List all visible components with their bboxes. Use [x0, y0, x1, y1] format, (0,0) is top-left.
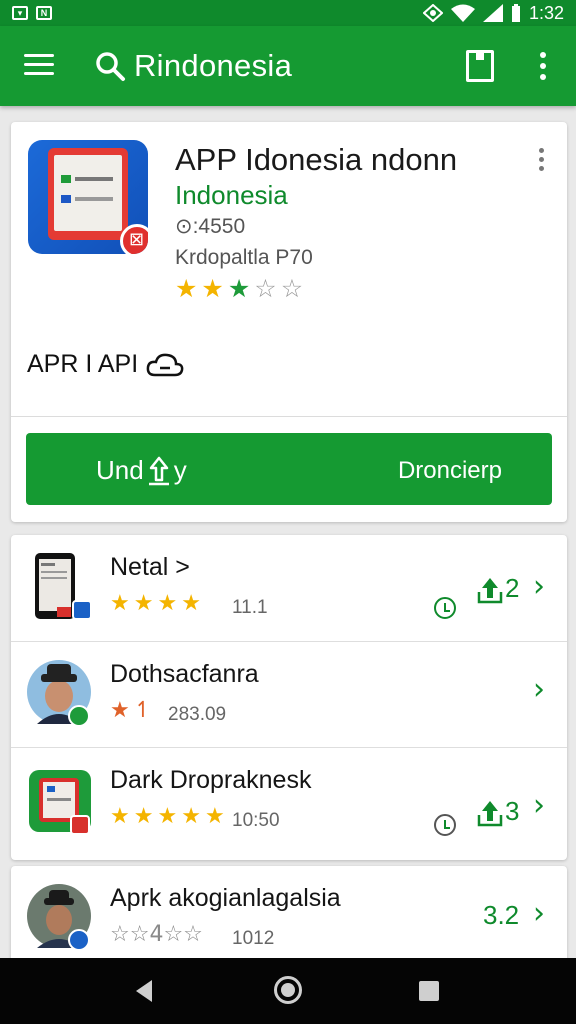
chevron-right-icon[interactable]: ›	[533, 788, 545, 823]
app-meta-version: Krdopaltla P70	[175, 246, 313, 269]
list-item-title: Aprk akogianlagalsia	[110, 884, 341, 912]
status-left: ▾ N	[12, 6, 52, 20]
update-label: Und	[96, 455, 144, 485]
search-icon[interactable]	[94, 50, 126, 82]
list-item[interactable]: Dothsacfanra ★ ↿ 283.09 ›	[11, 641, 567, 747]
upload-icon	[148, 456, 169, 485]
app-title: APP Idonesia ndonn	[175, 142, 458, 177]
star-icon: ★	[133, 804, 154, 829]
app-icon: N	[36, 6, 52, 20]
list-item-title: Dothsacfanra	[110, 660, 259, 688]
star-icon: ★	[175, 274, 198, 303]
list-item-title: Netal >	[110, 553, 190, 581]
app-icon-large	[28, 140, 148, 254]
avatar	[27, 884, 91, 951]
star-half-icon: ↿	[133, 698, 153, 723]
download-count-value: 2	[505, 573, 520, 603]
clock-icon	[434, 597, 456, 619]
clock-icon	[434, 814, 456, 836]
download-count: 3.2	[483, 900, 519, 931]
star-icon: ★	[157, 804, 178, 829]
list-item-meta: 283.09	[168, 704, 227, 725]
rating-stars: ★ ★ ★ ☆ ☆	[175, 274, 303, 303]
overflow-icon[interactable]	[538, 52, 548, 82]
chevron-right-icon[interactable]: ›	[533, 896, 545, 931]
list-item-meta: 11.1	[232, 597, 268, 618]
star-icon: ★	[204, 804, 225, 829]
home-icon[interactable]	[274, 976, 302, 1004]
star-empty-icon: ☆	[254, 274, 277, 303]
rating-stars: ★ ★ ★ ★	[110, 591, 201, 616]
app-bar: Rindonesia	[0, 26, 576, 106]
list-item-meta: 1012	[232, 928, 275, 949]
recents-icon[interactable]	[419, 981, 439, 1001]
star-icon: ★	[181, 804, 201, 829]
status-time: 1:32	[528, 2, 564, 23]
bookmark-icon[interactable]	[466, 50, 494, 82]
chevron-right-icon[interactable]: ›	[533, 569, 545, 604]
download-icon	[477, 800, 503, 826]
rating-stars: ★ ★ ★ ★ ★	[110, 804, 225, 829]
star-icon: ★	[110, 698, 130, 723]
list-item-title: Dark Dropraknesk	[110, 766, 312, 794]
list-item[interactable]: Netal > ★ ★ ★ ★ 11.1 2 ›	[11, 535, 567, 641]
api-label: APR I API	[27, 350, 139, 378]
app-thumbnail	[35, 553, 91, 620]
update-label-suffix: y	[173, 455, 187, 485]
star-icon: ★	[110, 591, 130, 616]
back-icon[interactable]	[136, 980, 152, 1002]
battery-icon	[511, 4, 520, 22]
app-list-card-2: Aprk akogianlagalsia ☆☆4☆☆ 1012 3.2 ›	[11, 866, 567, 966]
update-label-group: Und y	[96, 455, 187, 486]
update-button[interactable]: Und y Droncierp	[26, 433, 552, 505]
rating-stars: ★ ↿	[110, 698, 152, 723]
list-item[interactable]: Dark Dropraknesk ★ ★ ★ ★ ★ 10:50 3 ›	[11, 747, 567, 853]
wifi-icon	[450, 4, 475, 22]
system-nav-bar	[0, 958, 576, 1024]
star-icon: ★	[110, 804, 130, 829]
signal-icon	[482, 4, 503, 22]
notification-icon: ▾	[12, 6, 28, 20]
star-icon: ★	[133, 591, 154, 616]
download-count-value: 3	[505, 796, 520, 826]
status-bar: ▾ N 1:32	[0, 0, 576, 26]
cloud-icon	[146, 353, 184, 376]
avatar	[27, 660, 91, 727]
menu-icon[interactable]	[24, 54, 54, 78]
api-row: APR I API	[27, 350, 184, 379]
list-item-meta: 10:50	[232, 810, 280, 831]
star-icon: ★	[227, 274, 251, 303]
star-icon: ★	[181, 591, 201, 616]
star-empty-icon: ☆	[280, 274, 304, 303]
more-vert-icon[interactable]	[539, 148, 545, 175]
rating-stars: ☆☆4☆☆	[110, 922, 203, 947]
status-right: 1:32	[422, 2, 564, 24]
chevron-right-icon[interactable]: ›	[533, 672, 545, 707]
list-item[interactable]: Aprk akogianlagalsia ☆☆4☆☆ 1012 3.2 ›	[11, 866, 567, 966]
app-badge-icon	[120, 224, 148, 254]
app-thumbnail	[29, 770, 91, 835]
star-icon: ★	[157, 591, 178, 616]
search-query[interactable]: Rindonesia	[134, 48, 292, 84]
divider	[11, 416, 567, 417]
app-developer[interactable]: Indonesia	[175, 180, 288, 211]
download-count: 3	[477, 796, 519, 827]
app-list-card: Netal > ★ ★ ★ ★ 11.1 2 › Dothsacfanra ★ …	[11, 535, 567, 860]
download-label: Droncierp	[397, 457, 502, 484]
download-count: 2	[477, 573, 519, 604]
star-icon: ★	[201, 274, 224, 303]
app-meta-size: ⊙:4550	[175, 215, 246, 238]
location-icon	[422, 4, 443, 22]
download-count-value: 3.2	[483, 900, 520, 930]
app-detail-card: APP Idonesia ndonn Indonesia ⊙:4550 Krdo…	[11, 122, 567, 522]
download-icon	[477, 577, 503, 603]
